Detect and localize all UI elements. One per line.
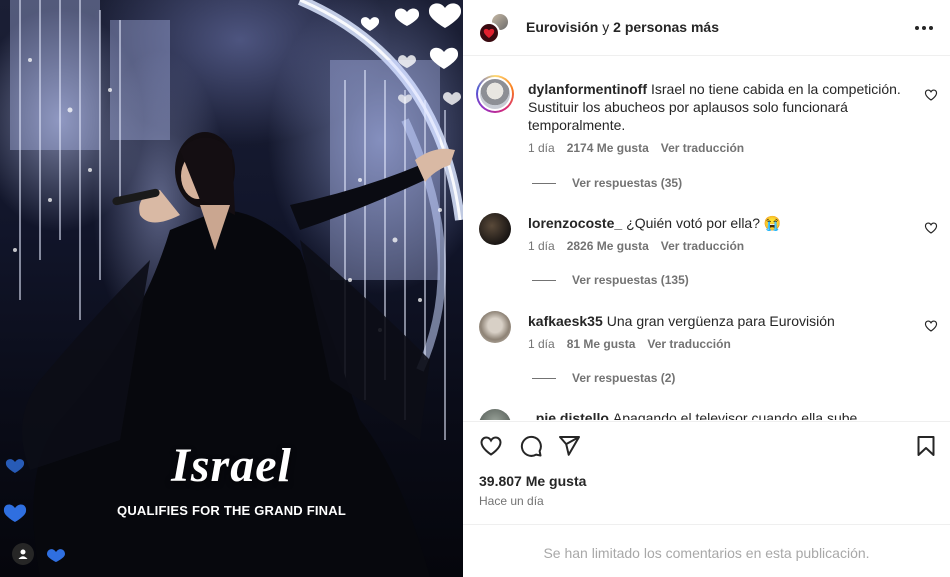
replies-label: Ver respuestas (35) (572, 176, 683, 190)
view-replies-button[interactable]: Ver respuestas (35) (532, 176, 682, 190)
post-timestamp[interactable]: Hace un día (479, 494, 544, 508)
comment-likes[interactable]: 2826 Me gusta (567, 239, 649, 253)
floating-hearts-top (360, 3, 462, 105)
comment-username[interactable]: _pie.distello (528, 410, 609, 420)
replies-label: Ver respuestas (135) (572, 273, 689, 287)
comment-body: lorenzocoste_ ¿Quién votó por ella? 😭 (528, 214, 908, 232)
post-authors[interactable]: Eurovisión y 2 personas más (526, 19, 719, 35)
comment-avatar[interactable] (479, 311, 511, 343)
comment-likes[interactable]: 2174 Me gusta (567, 141, 649, 155)
author-name[interactable]: Eurovisión (526, 19, 598, 35)
comment-time[interactable]: 1 día (528, 141, 555, 155)
comments-limited-text: Se han limitado los comentarios en esta … (543, 545, 870, 561)
more-dot (922, 26, 926, 30)
replies-label: Ver respuestas (2) (572, 371, 676, 385)
post-likes-count[interactable]: 39.807 Me gusta (479, 473, 586, 489)
comment-text: Una gran vergüenza para Eurovisión (606, 313, 835, 329)
comment-meta: 1 día 2174 Me gusta Ver traducción (528, 141, 744, 155)
comment-body: _pie.distello Apagando el televisor cuand… (528, 409, 908, 420)
comment-avatar[interactable] (476, 75, 514, 113)
like-comment-icon[interactable] (924, 319, 938, 333)
comment-username[interactable]: lorenzocoste_ (528, 215, 622, 231)
translate-link[interactable]: Ver traducción (661, 141, 744, 155)
translate-link[interactable]: Ver traducción (661, 239, 744, 253)
replies-line (532, 182, 556, 184)
author-conjunction: y (598, 19, 614, 35)
comment-username[interactable]: kafkaesk35 (528, 313, 603, 329)
comment-body: dylanformentinoff Israel no tiene cabida … (528, 80, 908, 134)
replies-line (532, 279, 556, 281)
replies-line (532, 377, 556, 379)
user-icon (18, 549, 28, 559)
comment-text: Apagando el televisor cuando ella sube (612, 410, 858, 420)
view-replies-button[interactable]: Ver respuestas (135) (532, 273, 689, 287)
like-comment-icon[interactable] (924, 88, 938, 102)
user-tag-button[interactable] (12, 543, 34, 565)
media-title: Israel (171, 439, 292, 492)
like-comment-icon[interactable] (924, 221, 938, 235)
media-subtitle: QUALIFIES FOR THE GRAND FINAL (117, 503, 346, 518)
post-actions-bar (463, 421, 950, 465)
comment-meta: 1 día 2826 Me gusta Ver traducción (528, 239, 744, 253)
comment-icon[interactable] (519, 434, 543, 458)
comment-time[interactable]: 1 día (528, 239, 555, 253)
collab-avatars[interactable] (478, 12, 512, 46)
heart-logo-icon (483, 28, 495, 38)
more-dot (929, 26, 933, 30)
other-authors[interactable]: 2 personas más (613, 19, 719, 35)
post-media[interactable]: Israel QUALIFIES FOR THE GRAND FINAL (0, 0, 463, 577)
share-icon[interactable] (557, 434, 581, 458)
translate-link[interactable]: Ver traducción (647, 337, 730, 351)
post-details-panel: Eurovisión y 2 personas más dylanforment… (463, 0, 950, 577)
comment-likes[interactable]: 81 Me gusta (567, 337, 636, 351)
comments-limited-footer: Se han limitado los comentarios en esta … (463, 524, 950, 577)
save-icon[interactable] (914, 434, 938, 458)
post-header: Eurovisión y 2 personas más (463, 0, 950, 56)
avatar-eurovision[interactable] (478, 22, 500, 44)
view-replies-button[interactable]: Ver respuestas (2) (532, 371, 675, 385)
more-dot (915, 26, 919, 30)
comment-avatar[interactable] (479, 213, 511, 245)
comment-time[interactable]: 1 día (528, 337, 555, 351)
comment-avatar[interactable] (479, 409, 511, 420)
comment-text: ¿Quién votó por ella? 😭 (626, 215, 782, 231)
more-options-button[interactable] (912, 16, 936, 40)
comment-meta: 1 día 81 Me gusta Ver traducción (528, 337, 731, 351)
comments-list[interactable]: dylanformentinoff Israel no tiene cabida … (463, 57, 950, 420)
comment-username[interactable]: dylanformentinoff (528, 81, 647, 97)
like-icon[interactable] (479, 434, 503, 458)
comment-body: kafkaesk35 Una gran vergüenza para Eurovi… (528, 312, 908, 330)
